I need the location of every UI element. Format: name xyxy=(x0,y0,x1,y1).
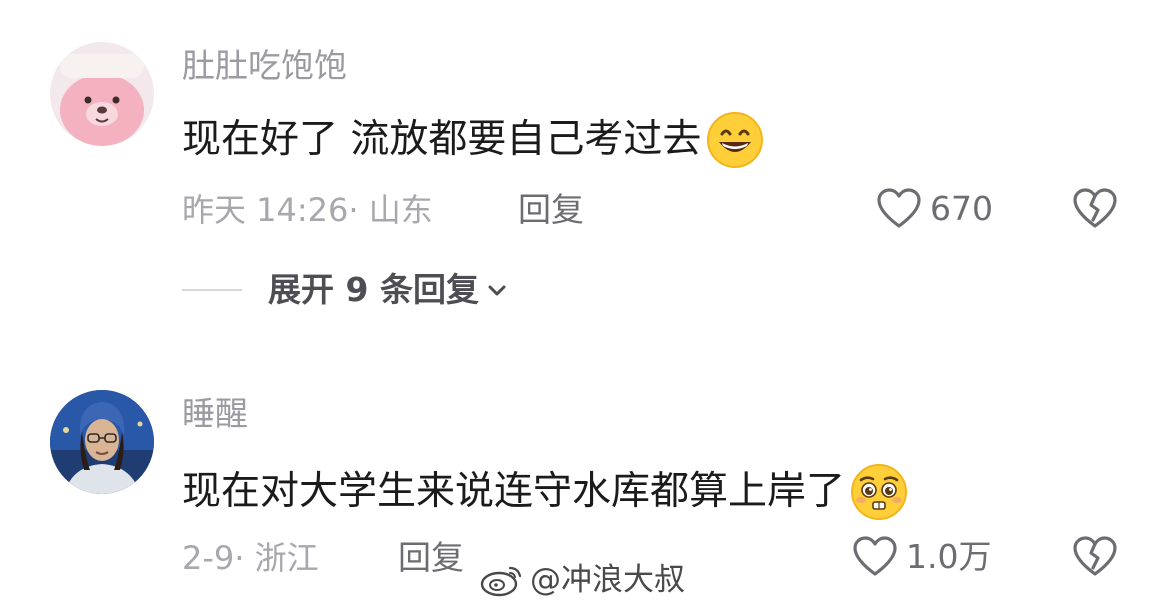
like-count: 1.0万 xyxy=(906,537,992,576)
divider-line xyxy=(182,289,242,291)
weibo-logo-icon xyxy=(480,566,522,597)
comment-section: 肚肚吃饱饱 现在好了 流放都要自己考过去 昨天 14:26· 山东 回复 670… xyxy=(0,0,1169,609)
broken-heart-icon xyxy=(1073,536,1117,576)
watermark: @冲浪大叔 xyxy=(480,560,685,600)
reply-button[interactable]: 回复 xyxy=(398,538,464,578)
dislike-button[interactable] xyxy=(1072,186,1118,232)
broken-heart-icon xyxy=(1073,188,1117,228)
avatar[interactable] xyxy=(50,390,154,494)
like-button[interactable]: 670 xyxy=(876,186,993,232)
comment-text: 现在好了 流放都要自己考过去 xyxy=(182,110,765,170)
dislike-button[interactable] xyxy=(1072,534,1118,580)
comment-body: 现在对大学生来说连守水库都算上岸了 xyxy=(182,469,846,514)
comment-time: 2-9 xyxy=(182,539,235,577)
heart-icon xyxy=(853,536,897,576)
comment-meta: 2-9· 浙江 xyxy=(182,538,319,578)
chevron-down-icon xyxy=(488,285,506,296)
avatar[interactable] xyxy=(50,42,154,146)
comment-location: · 山东 xyxy=(348,191,433,229)
pleading-face-emoji xyxy=(851,464,908,520)
like-count: 670 xyxy=(930,189,993,228)
reply-button[interactable]: 回复 xyxy=(518,190,584,230)
grinning-smile-emoji xyxy=(707,112,764,168)
watermark-text: @冲浪大叔 xyxy=(530,562,685,598)
person-photo-avatar-image xyxy=(50,390,154,494)
like-button[interactable]: 1.0万 xyxy=(852,534,991,580)
pink-bear-avatar-image xyxy=(50,42,154,146)
comment-location: · 浙江 xyxy=(234,539,319,577)
comment-body: 现在好了 流放都要自己考过去 xyxy=(182,117,702,162)
expand-replies-label: 展开 9 条回复 xyxy=(268,270,479,309)
username[interactable]: 睡醒 xyxy=(182,394,248,434)
expand-replies-button[interactable]: 展开 9 条回复 xyxy=(268,270,509,310)
heart-icon xyxy=(877,188,921,228)
expand-replies-row: 展开 9 条回复 xyxy=(182,270,509,310)
username[interactable]: 肚肚吃饱饱 xyxy=(182,46,347,86)
comment-time: 昨天 14:26 xyxy=(182,191,349,229)
comment-text: 现在对大学生来说连守水库都算上岸了 xyxy=(182,462,909,522)
comment-meta: 昨天 14:26· 山东 xyxy=(182,190,433,230)
